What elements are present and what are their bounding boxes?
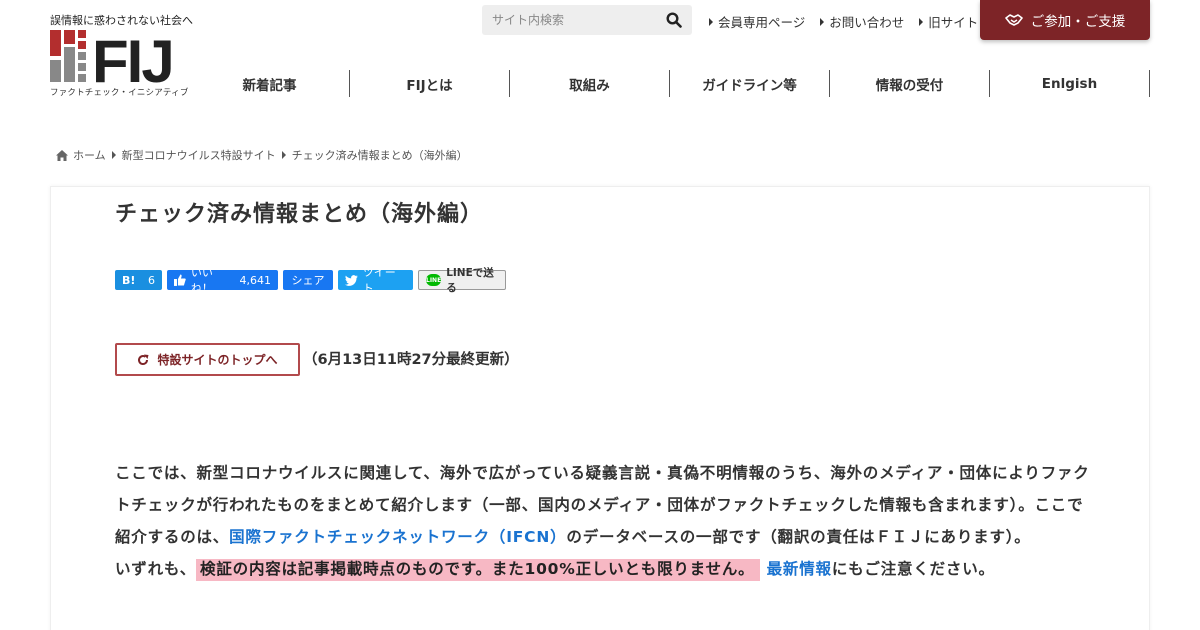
intro-text-2: のデータベースの一部です（翻訳の責任はＦＩＪにあります）。 [566,528,1031,546]
top-links: 会員専用ページ お問い合わせ 旧サイト [708,12,978,31]
like-label: いいね！ [190,266,213,295]
old-site-label: 旧サイト [928,15,979,30]
ifcn-link[interactable]: 国際ファクトチェックネットワーク（IFCN） [229,528,566,546]
intro-text-3: いずれも、 [115,560,197,578]
breadcrumb-current: チェック済み情報まとめ（海外編） [291,149,468,162]
logo-wordmark: FIJ [92,30,173,86]
main-nav: 新着記事 FIJとは 取組み ガイドライン等 情報の受付 Enlgish [190,70,1150,97]
breadcrumb-home[interactable]: ホーム [73,147,106,163]
members-page-link[interactable]: 会員専用ページ [708,12,805,31]
line-label: LINEで送る [446,267,494,294]
hatena-count: 6 [148,273,155,287]
nav-item-about[interactable]: FIJとは [350,70,510,97]
special-site-top-label: 特設サイトのトップへ [157,353,278,367]
chevron-right-icon [281,151,286,159]
hatena-bookmark-button[interactable]: B! 6 [115,270,162,290]
join-support-button[interactable]: ご参加・ご支援 [980,0,1150,40]
nav-item-guidelines[interactable]: ガイドライン等 [670,70,830,97]
twitter-bird-icon [345,274,358,286]
handshake-icon [1004,14,1023,26]
logo-subtext: ファクトチェック・イニシアティブ [50,88,189,98]
hatena-label: B! [122,273,136,287]
site-tagline: 誤情報に惑わされない社会へ [50,14,193,27]
like-count: 4,641 [239,273,272,287]
site-search [482,5,692,35]
nav-item-english[interactable]: Enlgish [990,70,1150,97]
old-site-link[interactable]: 旧サイト [918,12,978,31]
tweet-label: ツイート [362,266,396,295]
facebook-share-button[interactable]: シェア [283,270,333,290]
page-title: チェック済み情報まとめ（海外編） [115,202,484,227]
search-icon[interactable] [666,12,682,28]
share-buttons: B! 6 いいね！ 4,641 シェア ツイート LINE LINEで送る [115,266,506,295]
disclaimer-highlight: 検証の内容は記事掲載時点のものです。また100%正しいとも限りません。 [196,559,761,581]
latest-info-link[interactable]: 最新情報 [767,560,832,578]
search-input[interactable] [482,5,652,35]
breadcrumb-special-site[interactable]: 新型コロナウイルス特設サイト [122,147,276,163]
line-share-button[interactable]: LINE LINEで送る [418,267,506,294]
home-icon [56,149,68,161]
contact-link[interactable]: お問い合わせ [819,12,904,31]
join-support-label: ご参加・ご支援 [1030,14,1126,30]
chevron-right-icon [709,17,713,26]
members-page-label: 会員専用ページ [718,15,806,30]
redo-icon [138,354,149,365]
tweet-button[interactable]: ツイート [338,266,413,295]
last-updated: （6月13日11時27分最終更新） [303,352,519,368]
special-site-top-button[interactable]: 特設サイトのトップへ [115,343,300,376]
chevron-right-icon [111,151,116,159]
intro-text-4: にもご注意ください。 [831,560,995,578]
line-logo-icon: LINE [426,274,442,286]
contact-label: お問い合わせ [829,15,905,30]
nav-item-news[interactable]: 新着記事 [190,70,350,97]
thumbs-up-icon [174,274,186,286]
chevron-right-icon [919,17,924,26]
facebook-like-button[interactable]: いいね！ 4,641 [167,266,278,295]
intro-paragraph: ここでは、新型コロナウイルスに関連して、海外で広がっている疑義言説・真偽不明情報… [115,457,1090,585]
breadcrumb: ホーム 新型コロナウイルス特設サイト チェック済み情報まとめ（海外編） [56,147,468,163]
nav-item-initiatives[interactable]: 取組み [510,70,670,97]
nav-item-submissions[interactable]: 情報の受付 [830,70,990,97]
chevron-right-icon [820,17,825,26]
